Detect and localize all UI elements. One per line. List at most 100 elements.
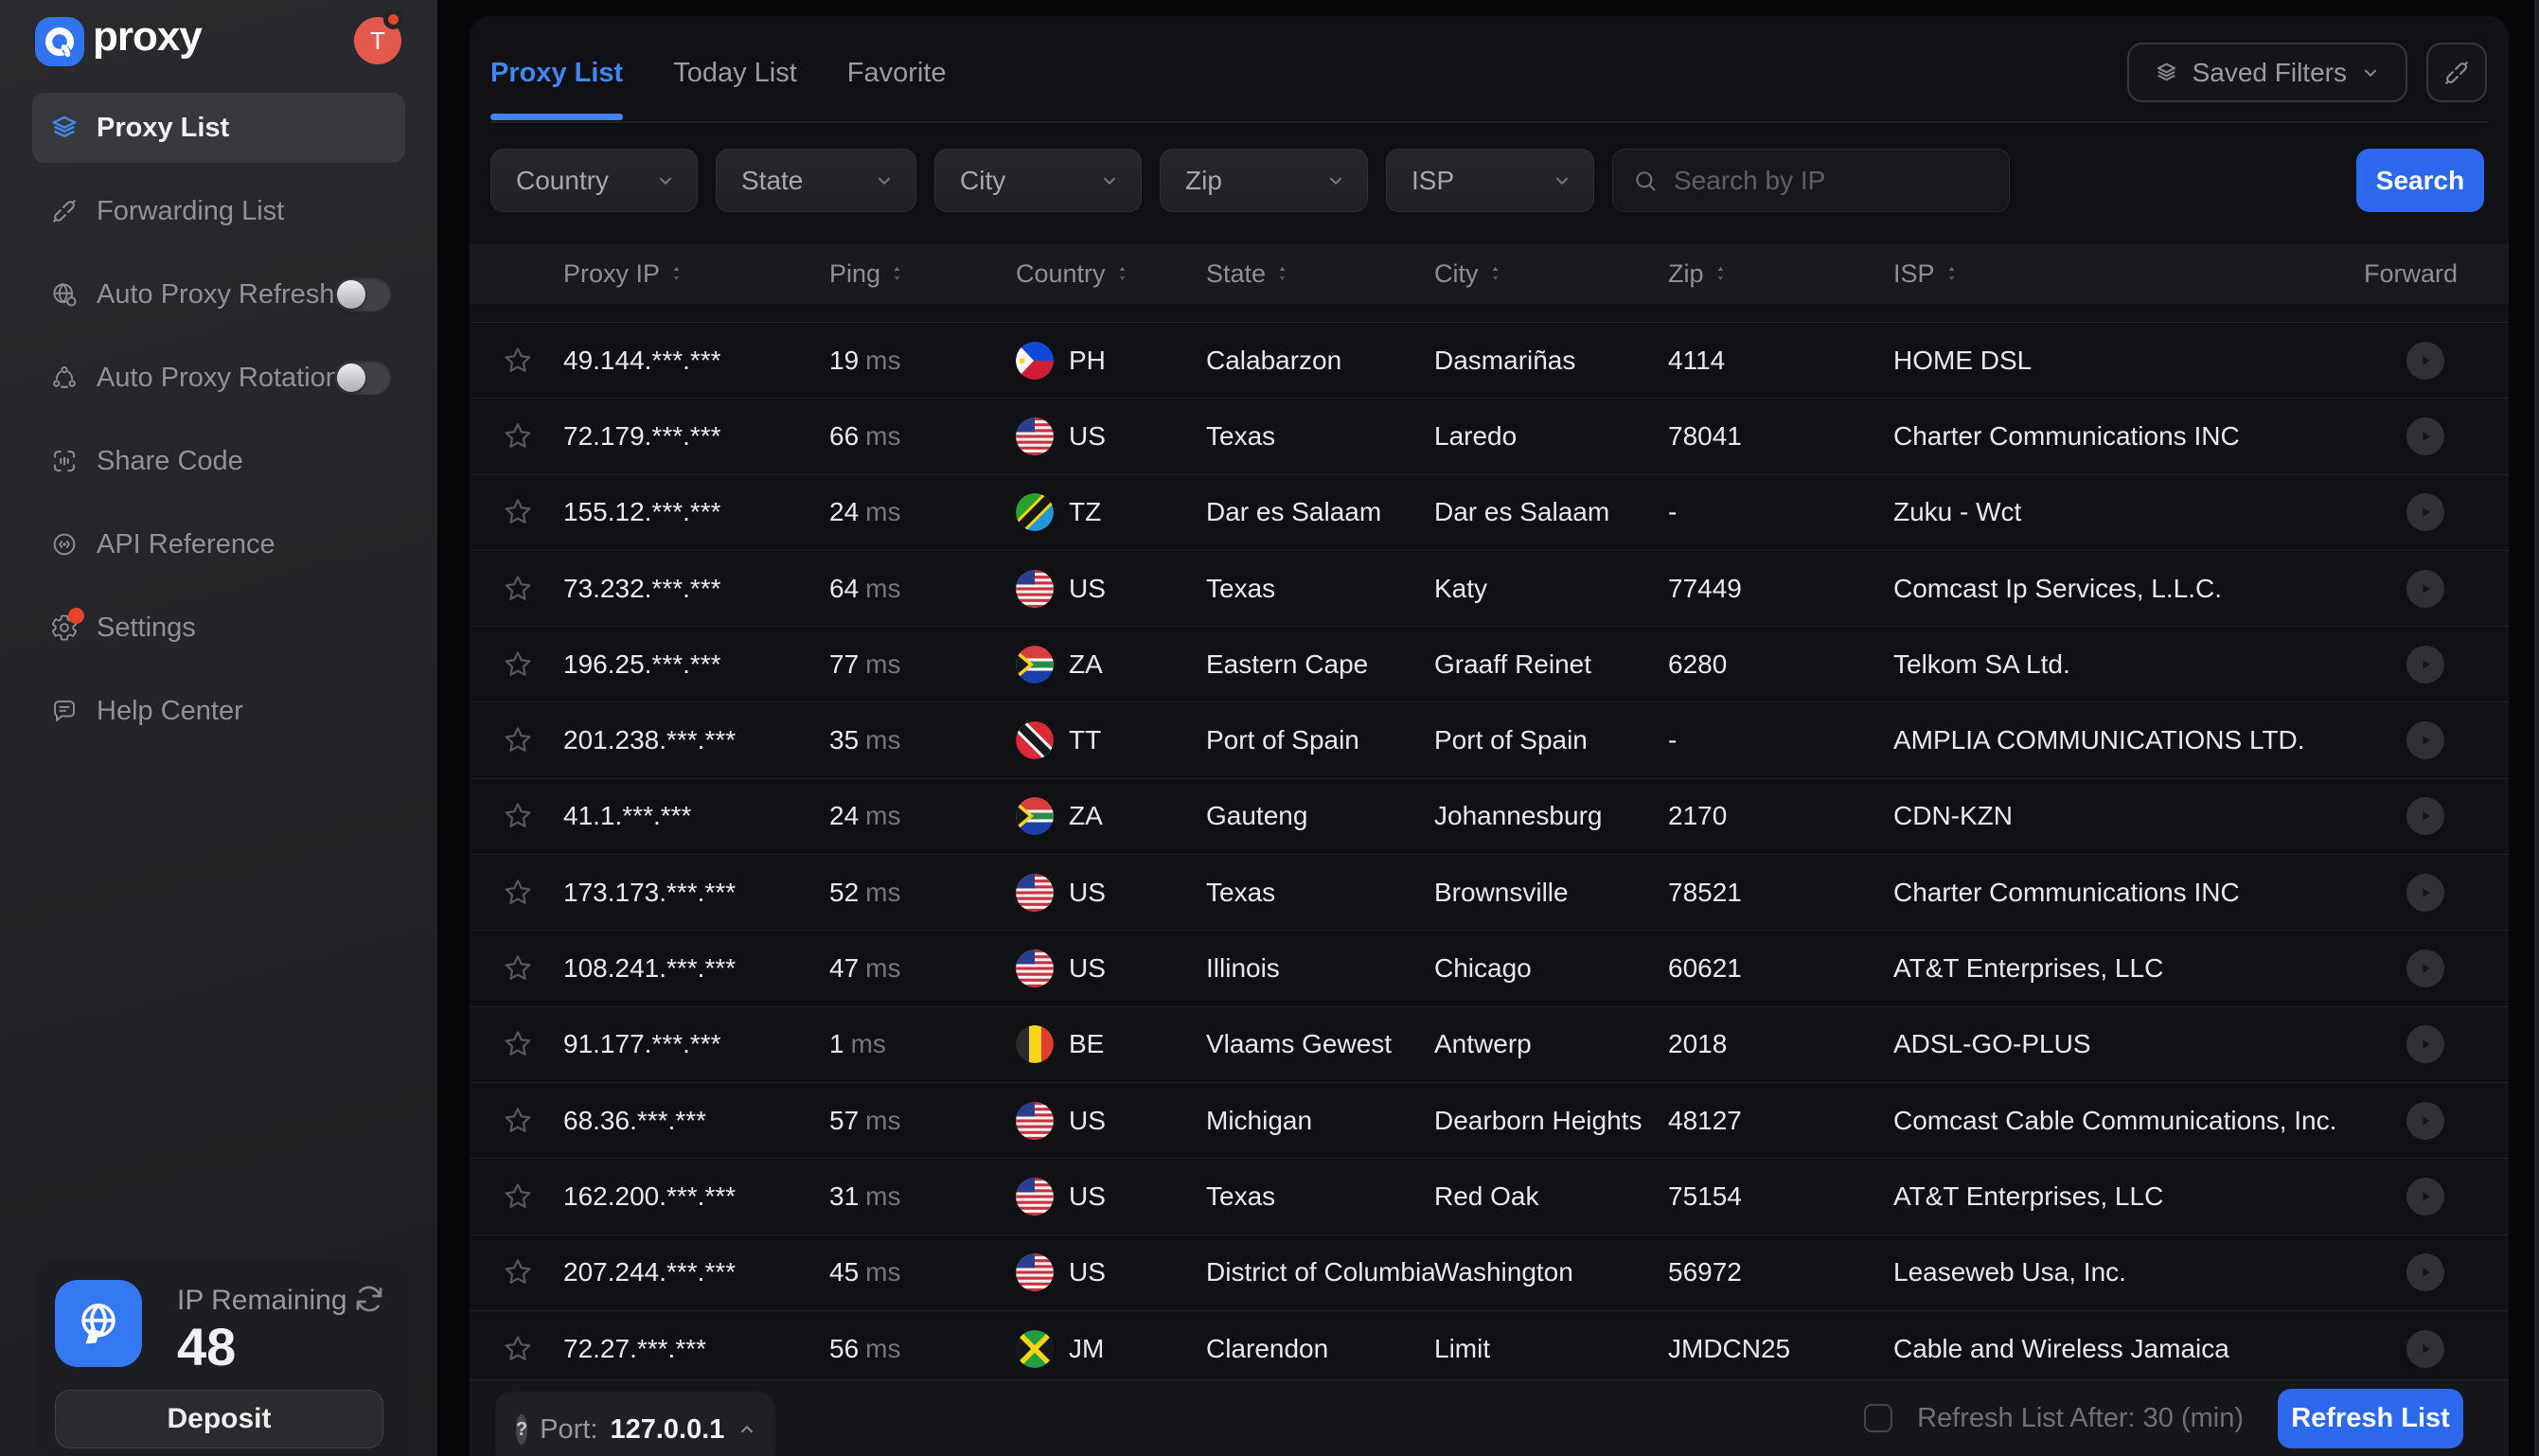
refresh-after-label: Refresh List After: 30 (min) bbox=[1917, 1403, 2244, 1434]
auto-proxy-rotation-toggle[interactable] bbox=[334, 361, 391, 395]
ping-cell: 56ms bbox=[829, 1334, 1016, 1364]
tab-favorite[interactable]: Favorite bbox=[847, 58, 947, 117]
tab-today-list[interactable]: Today List bbox=[673, 58, 797, 117]
state-cell: Eastern Cape bbox=[1206, 649, 1434, 680]
column-header-proxy-ip[interactable]: Proxy IP bbox=[563, 259, 829, 289]
table-row[interactable]: 91.177.***.*** 1ms BE Vlaams Gewest Antw… bbox=[470, 1006, 2509, 1082]
sidebar-item-auto-proxy-rotation[interactable]: Auto Proxy Rotation bbox=[32, 343, 405, 413]
country-cell: US bbox=[1016, 1253, 1206, 1291]
favorite-star-icon[interactable] bbox=[501, 723, 535, 757]
table-row[interactable]: 68.36.***.*** 57ms US Michigan Dearborn … bbox=[470, 1082, 2509, 1158]
column-header-isp[interactable]: ISP bbox=[1893, 259, 2367, 289]
window-scrollbar-strip[interactable] bbox=[2534, 0, 2539, 1456]
forward-play-button[interactable] bbox=[2406, 493, 2444, 531]
forward-play-button[interactable] bbox=[2406, 797, 2444, 835]
column-header-state[interactable]: State bbox=[1206, 259, 1434, 289]
forward-play-button[interactable] bbox=[2406, 570, 2444, 608]
table-row[interactable]: 108.241.***.*** 47ms US Illinois Chicago… bbox=[470, 930, 2509, 1005]
favorite-star-icon[interactable] bbox=[501, 1104, 535, 1138]
forward-play-button[interactable] bbox=[2406, 874, 2444, 912]
favorite-star-icon[interactable] bbox=[501, 876, 535, 910]
column-header-ping[interactable]: Ping bbox=[829, 259, 1016, 289]
forward-play-button[interactable] bbox=[2406, 950, 2444, 987]
country-cell: US bbox=[1016, 1102, 1206, 1140]
favorite-star-icon[interactable] bbox=[501, 951, 535, 985]
favorite-star-icon[interactable] bbox=[501, 648, 535, 682]
table-row[interactable]: 73.232.***.*** 64ms US Texas Katy 77449 … bbox=[470, 550, 2509, 626]
sidebar-item-settings[interactable]: Settings bbox=[32, 593, 405, 663]
favorite-star-icon[interactable] bbox=[501, 1180, 535, 1214]
port-value: 127.0.0.1 bbox=[610, 1414, 724, 1446]
ip-remaining-label: IP Remaining bbox=[177, 1285, 347, 1317]
isp-cell: Zuku - Wct bbox=[1893, 497, 2367, 527]
table-row[interactable]: 162.200.***.*** 31ms US Texas Red Oak 75… bbox=[470, 1158, 2509, 1234]
favorite-star-icon[interactable] bbox=[501, 495, 535, 529]
forward-play-button[interactable] bbox=[2406, 1253, 2444, 1291]
ping-cell: 1ms bbox=[829, 1029, 1016, 1059]
search-input[interactable] bbox=[1672, 165, 2017, 197]
saved-filters-button[interactable]: Saved Filters bbox=[2127, 43, 2407, 102]
table-row[interactable]: 201.238.***.*** 35ms TT Port of Spain Po… bbox=[470, 701, 2509, 777]
table-row[interactable]: 173.173.***.*** 52ms US Texas Brownsvill… bbox=[470, 854, 2509, 930]
table-row[interactable]: 155.12.***.*** 24ms TZ Dar es Salaam Dar… bbox=[470, 474, 2509, 550]
country-flag-icon bbox=[1016, 493, 1054, 531]
table-row[interactable]: 41.1.***.*** 24ms ZA Gauteng Johannesbur… bbox=[470, 778, 2509, 854]
favorite-star-icon[interactable] bbox=[501, 419, 535, 453]
settings-alert-dot bbox=[68, 608, 84, 624]
forward-play-button[interactable] bbox=[2406, 1178, 2444, 1216]
isp-cell: Charter Communications INC bbox=[1893, 421, 2367, 452]
sidebar-item-label: Auto Proxy Refresh bbox=[97, 279, 334, 311]
avatar[interactable]: T bbox=[354, 17, 401, 64]
forward-play-button[interactable] bbox=[2406, 721, 2444, 759]
sidebar-item-forwarding-list[interactable]: Forwarding List bbox=[32, 176, 405, 246]
search-button[interactable]: Search bbox=[2356, 149, 2484, 212]
table-row[interactable]: 72.27.***.*** 56ms JM Clarendon Limit JM… bbox=[470, 1310, 2509, 1386]
auto-proxy-refresh-toggle[interactable] bbox=[334, 277, 391, 311]
forward-play-button[interactable] bbox=[2406, 1330, 2444, 1368]
sidebar-item-api-reference[interactable]: API Reference bbox=[32, 509, 405, 579]
state-cell: Clarendon bbox=[1206, 1334, 1434, 1364]
table-row[interactable]: 207.244.***.*** 45ms US District of Colu… bbox=[470, 1234, 2509, 1310]
forward-play-button[interactable] bbox=[2406, 342, 2444, 380]
favorite-star-icon[interactable] bbox=[501, 799, 535, 833]
isp-cell: HOME DSL bbox=[1893, 346, 2367, 376]
forward-connection-button[interactable] bbox=[2426, 43, 2487, 102]
sidebar-item-proxy-list[interactable]: Proxy List bbox=[32, 93, 405, 163]
forward-play-button[interactable] bbox=[2406, 417, 2444, 455]
zip-cell: 77449 bbox=[1668, 574, 1893, 604]
favorite-star-icon[interactable] bbox=[501, 572, 535, 606]
refresh-after-checkbox[interactable] bbox=[1864, 1404, 1892, 1432]
column-header-zip[interactable]: Zip bbox=[1668, 259, 1893, 289]
port-selector[interactable]: ? Port: 127.0.0.1 bbox=[495, 1392, 775, 1456]
forward-play-button[interactable] bbox=[2406, 1025, 2444, 1063]
favorite-star-icon[interactable] bbox=[501, 1255, 535, 1289]
city-cell: Chicago bbox=[1434, 953, 1668, 984]
footer-bar: ? Port: 127.0.0.1 Refresh List After: 30… bbox=[470, 1379, 2509, 1456]
favorite-star-icon[interactable] bbox=[501, 1027, 535, 1061]
refresh-list-button[interactable]: Refresh List bbox=[2278, 1389, 2463, 1448]
table-row[interactable]: 49.144.***.*** 19ms PH Calabarzon Dasmar… bbox=[470, 322, 2509, 398]
column-header-country[interactable]: Country bbox=[1016, 259, 1206, 289]
favorite-star-icon[interactable] bbox=[501, 344, 535, 378]
country-flag-icon bbox=[1016, 1253, 1054, 1291]
country-filter-dropdown[interactable]: Country bbox=[490, 149, 698, 212]
zip-cell: 78041 bbox=[1668, 421, 1893, 452]
favorite-star-icon[interactable] bbox=[501, 1332, 535, 1366]
zip-cell: - bbox=[1668, 497, 1893, 527]
isp-filter-dropdown[interactable]: ISP bbox=[1386, 149, 1594, 212]
column-header-city[interactable]: City bbox=[1434, 259, 1668, 289]
city-filter-dropdown[interactable]: City bbox=[934, 149, 1142, 212]
refresh-sync-icon[interactable] bbox=[352, 1282, 386, 1316]
state-filter-dropdown[interactable]: State bbox=[716, 149, 916, 212]
sidebar-item-help-center[interactable]: Help Center bbox=[32, 676, 405, 746]
forward-play-button[interactable] bbox=[2406, 646, 2444, 684]
zip-filter-dropdown[interactable]: Zip bbox=[1160, 149, 1368, 212]
table-row[interactable]: 196.25.***.*** 77ms ZA Eastern Cape Graa… bbox=[470, 626, 2509, 701]
sidebar-item-share-code[interactable]: Share Code bbox=[32, 426, 405, 496]
forward-play-button[interactable] bbox=[2406, 1102, 2444, 1140]
deposit-button[interactable]: Deposit bbox=[55, 1390, 383, 1448]
sidebar-item-auto-proxy-refresh[interactable]: Auto Proxy Refresh bbox=[32, 259, 405, 329]
tab-proxy-list[interactable]: Proxy List bbox=[490, 58, 623, 117]
proxy-ip-cell: 207.244.***.*** bbox=[563, 1257, 829, 1287]
table-row[interactable]: 72.179.***.*** 66ms US Texas Laredo 7804… bbox=[470, 398, 2509, 473]
